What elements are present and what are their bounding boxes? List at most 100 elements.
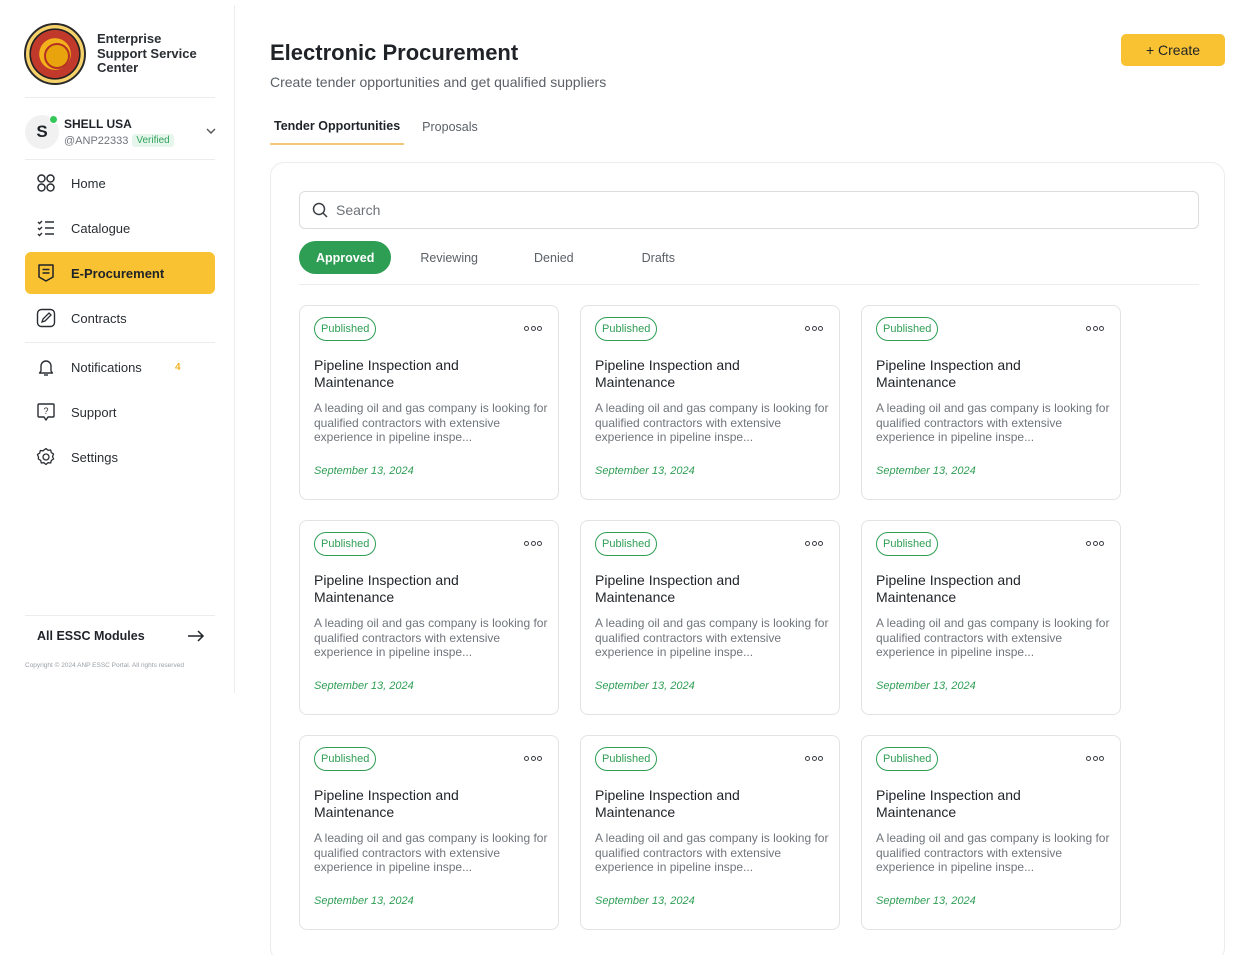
tender-title: Pipeline Inspection and Maintenance: [595, 787, 740, 820]
tender-description: A leading oil and gas company is looking…: [314, 831, 548, 875]
copyright-text: Copyright © 2024 ANP ESSC Portal. All ri…: [25, 662, 184, 669]
tender-date: September 13, 2024: [595, 895, 695, 907]
tender-title: Pipeline Inspection and Maintenance: [595, 572, 740, 605]
avatar-initial: S: [36, 122, 48, 141]
tender-date: September 13, 2024: [595, 465, 695, 477]
status-badge: Published: [876, 747, 939, 771]
tender-title: Pipeline Inspection and Maintenance: [314, 787, 459, 820]
list-icon: [36, 218, 56, 238]
tender-card[interactable]: Published Pipeline Inspection and Mainte…: [299, 520, 559, 715]
status-badge: Published: [314, 532, 377, 556]
sidebar-item-e-procurement[interactable]: E-Procurement: [25, 252, 215, 294]
avatar: S: [25, 115, 59, 149]
filter-approved[interactable]: Approved: [299, 241, 392, 274]
tab-proposals[interactable]: Proposals: [418, 108, 482, 145]
status-badge: Published: [595, 532, 658, 556]
tender-title: Pipeline Inspection and Maintenance: [876, 357, 1021, 390]
all-modules-link[interactable]: All ESSC Modules: [25, 615, 215, 655]
sidebar-item-settings[interactable]: Settings: [25, 436, 215, 478]
status-badge: Published: [595, 747, 658, 771]
main-content: Electronic Procurement Create tender opp…: [236, 0, 1249, 955]
account-handle: @ANP22333: [64, 134, 129, 147]
tender-description: A leading oil and gas company is looking…: [876, 401, 1110, 445]
sidebar-item-label: Settings: [71, 449, 118, 465]
tender-card[interactable]: Published Pipeline Inspection and Mainte…: [861, 735, 1121, 930]
tender-card[interactable]: Published Pipeline Inspection and Mainte…: [580, 305, 840, 500]
notification-count-badge: 4: [175, 361, 181, 373]
help-icon: ?: [36, 402, 56, 422]
sidebar-nav: Home Catalogue E-Procurement Contracts N…: [25, 162, 215, 481]
filter-drafts[interactable]: Drafts: [625, 241, 692, 274]
status-badge: Published: [876, 317, 939, 341]
tender-title: Pipeline Inspection and Maintenance: [876, 787, 1021, 820]
sidebar-item-home[interactable]: Home: [25, 162, 215, 204]
gear-icon: [36, 447, 56, 467]
status-badge: Published: [314, 747, 377, 771]
sidebar-item-label: Notifications: [71, 359, 142, 375]
tender-date: September 13, 2024: [876, 465, 976, 477]
page-title: Electronic Procurement: [270, 40, 519, 65]
search-input[interactable]: [336, 202, 1136, 218]
tender-description: A leading oil and gas company is looking…: [595, 616, 829, 660]
create-button[interactable]: + Create: [1121, 34, 1225, 66]
account-name: SHELL USA: [64, 117, 132, 131]
tender-date: September 13, 2024: [314, 895, 414, 907]
more-options-icon[interactable]: [1086, 756, 1104, 762]
verified-badge: Verified: [132, 134, 174, 147]
tender-date: September 13, 2024: [595, 680, 695, 692]
more-options-icon[interactable]: [805, 326, 823, 332]
tender-date: September 13, 2024: [876, 895, 976, 907]
divider: [25, 97, 215, 98]
account-switcher[interactable]: S SHELL USA @ANP22333 Verified: [25, 111, 217, 153]
tender-date: September 13, 2024: [314, 465, 414, 477]
status-filters: Approved Reviewing Denied Drafts: [299, 241, 1199, 285]
tender-description: A leading oil and gas company is looking…: [876, 831, 1110, 875]
more-options-icon[interactable]: [524, 541, 542, 547]
tender-card[interactable]: Published Pipeline Inspection and Mainte…: [580, 520, 840, 715]
status-badge: Published: [876, 532, 939, 556]
tender-card[interactable]: Published Pipeline Inspection and Mainte…: [861, 305, 1121, 500]
app-root: Enterprise Support Service Center S SHEL…: [0, 0, 1249, 955]
tender-title: Pipeline Inspection and Maintenance: [876, 572, 1021, 605]
status-badge: Published: [595, 317, 658, 341]
tender-date: September 13, 2024: [876, 680, 976, 692]
tender-description: A leading oil and gas company is looking…: [876, 616, 1110, 660]
tab-tender-opportunities[interactable]: Tender Opportunities: [270, 108, 405, 145]
more-options-icon[interactable]: [524, 326, 542, 332]
tender-card[interactable]: Published Pipeline Inspection and Mainte…: [861, 520, 1121, 715]
tender-description: A leading oil and gas company is looking…: [314, 616, 548, 660]
all-modules-label: All ESSC Modules: [37, 628, 145, 643]
sidebar-item-label: Catalogue: [71, 220, 131, 236]
tender-title: Pipeline Inspection and Maintenance: [314, 572, 459, 605]
tender-card[interactable]: Published Pipeline Inspection and Mainte…: [580, 735, 840, 930]
online-status-dot: [49, 115, 58, 124]
more-options-icon[interactable]: [805, 756, 823, 762]
sidebar: Enterprise Support Service Center S SHEL…: [5, 5, 235, 693]
tender-description: A leading oil and gas company is looking…: [314, 401, 548, 445]
chevron-down-icon[interactable]: [205, 125, 217, 137]
search-icon: [312, 202, 328, 218]
more-options-icon[interactable]: [1086, 326, 1104, 332]
bell-icon: [36, 357, 56, 377]
sidebar-item-notifications[interactable]: Notifications 4: [25, 346, 215, 388]
filter-reviewing[interactable]: Reviewing: [403, 241, 495, 274]
pen-icon: [36, 308, 56, 328]
tender-title: Pipeline Inspection and Maintenance: [595, 357, 740, 390]
tender-title: Pipeline Inspection and Maintenance: [314, 357, 459, 390]
search-bar[interactable]: [299, 191, 1199, 229]
tenders-panel: Approved Reviewing Denied Drafts Publish…: [270, 162, 1225, 955]
sidebar-item-contracts[interactable]: Contracts: [25, 297, 215, 339]
tender-card[interactable]: Published Pipeline Inspection and Mainte…: [299, 305, 559, 500]
more-options-icon[interactable]: [805, 541, 823, 547]
filter-denied[interactable]: Denied: [517, 241, 591, 274]
sidebar-item-catalogue[interactable]: Catalogue: [25, 207, 215, 249]
tabs: Tender Opportunities Proposals: [270, 108, 496, 145]
sidebar-item-label: Home: [71, 175, 106, 191]
brand-name: Enterprise Support Service Center: [97, 31, 197, 76]
more-options-icon[interactable]: [524, 756, 542, 762]
tender-card[interactable]: Published Pipeline Inspection and Mainte…: [299, 735, 559, 930]
sidebar-item-support[interactable]: ? Support: [25, 391, 215, 433]
brand[interactable]: Enterprise Support Service Center: [24, 23, 207, 85]
more-options-icon[interactable]: [1086, 541, 1104, 547]
brand-logo: [24, 23, 86, 85]
